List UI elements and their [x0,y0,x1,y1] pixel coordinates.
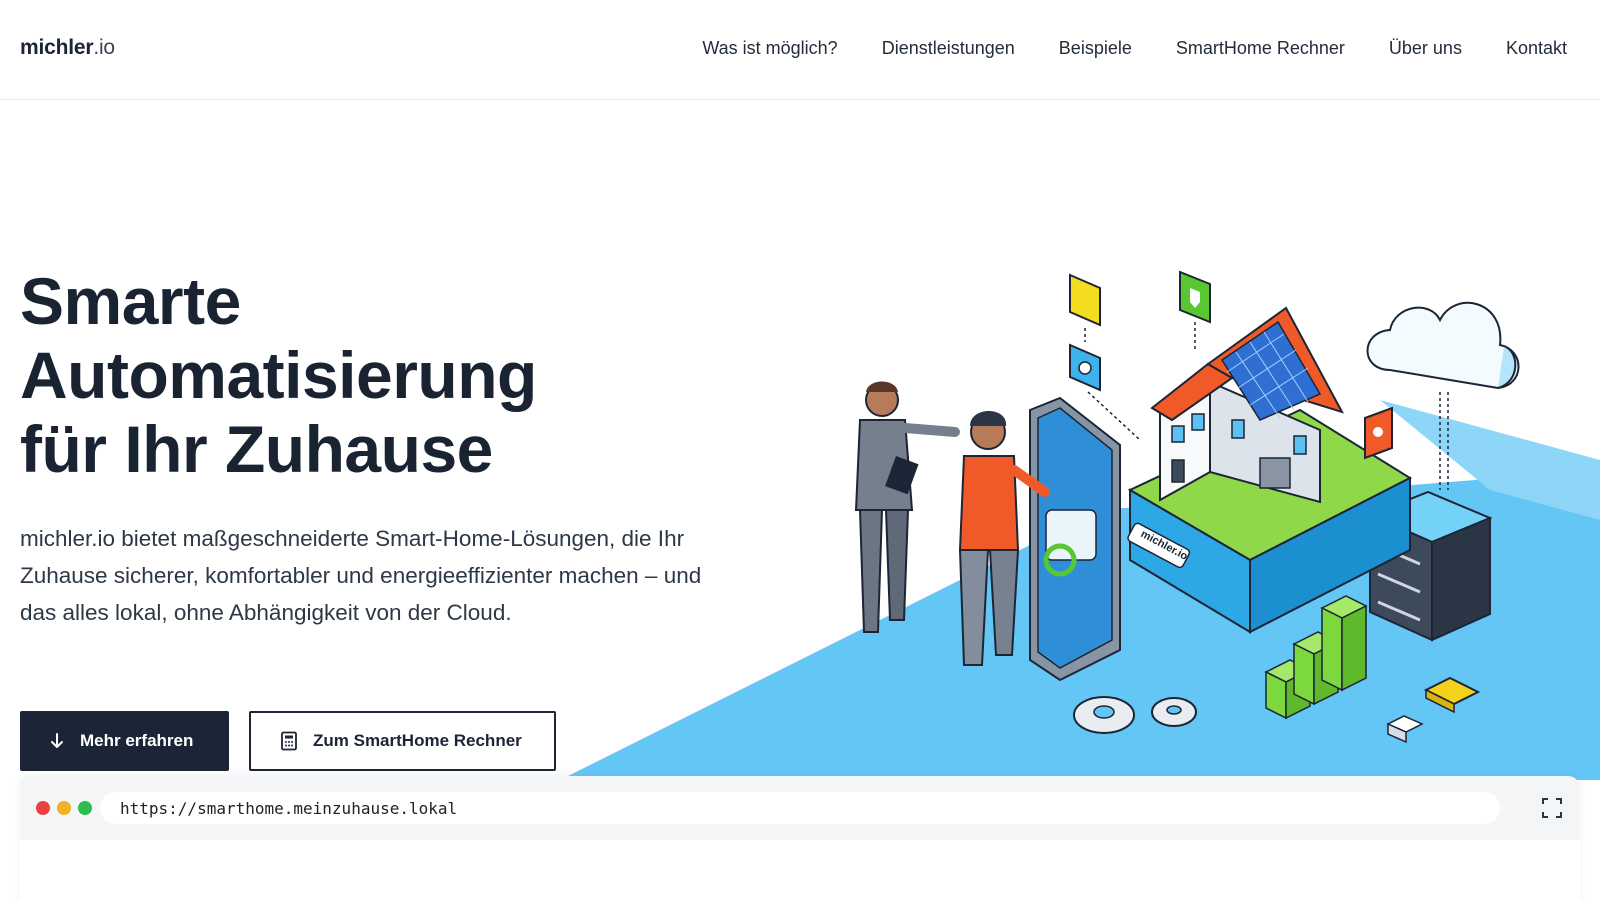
hero-title-line-3: für Ihr Zuhause [20,412,493,486]
more-info-button-label: Mehr erfahren [80,731,194,750]
smarthome-calculator-button[interactable]: Zum SmartHome Rechner [249,711,556,771]
browser-window: https://smarthome.meinzuhause.lokal [20,776,1580,900]
browser-content [20,840,1580,900]
smart-home-illustration: michler.io [560,270,1600,780]
gear-icon-large [1073,696,1135,734]
nav-link-was-ist-moeglich[interactable]: Was ist möglich? [702,38,837,59]
nav-link-kontakt[interactable]: Kontakt [1506,38,1567,59]
lightbulb-tile-icon [1364,406,1393,460]
logo-tld: .io [93,36,115,59]
top-navigation: michler.io Was ist möglich? Dienstleistu… [0,0,1600,100]
thermometer-tile-icon [1069,273,1101,342]
site-logo[interactable]: michler.io [20,36,115,60]
fullscreen-icon[interactable] [1540,796,1564,820]
window-controls [36,801,92,815]
hero-title-line-1: Smarte [20,264,241,338]
nav-links: Was ist möglich? Dienstleistungen Beispi… [702,38,1567,59]
hero-title-line-2: Automatisierung [20,338,537,412]
url-bar[interactable]: https://smarthome.meinzuhause.lokal [100,792,1500,824]
house-icon [1150,306,1345,504]
nav-link-smarthome-rechner[interactable]: SmartHome Rechner [1176,38,1345,59]
arrow-down-icon [51,733,63,748]
calculator-icon [281,731,297,751]
shield-tile-icon [1179,270,1211,350]
gear-icon-small [1151,697,1197,727]
smarthome-calculator-button-label: Zum SmartHome Rechner [313,731,522,750]
nav-link-ueber-uns[interactable]: Über uns [1389,38,1462,59]
close-dot[interactable] [36,801,50,815]
more-info-button[interactable]: Mehr erfahren [20,711,229,771]
maximize-dot[interactable] [78,801,92,815]
smartphone-icon [1029,396,1121,682]
minimize-dot[interactable] [57,801,71,815]
url-text: https://smarthome.meinzuhause.lokal [120,798,458,818]
nav-link-dienstleistungen[interactable]: Dienstleistungen [882,38,1015,59]
logo-text: michler [20,36,94,59]
nav-link-beispiele[interactable]: Beispiele [1059,38,1132,59]
